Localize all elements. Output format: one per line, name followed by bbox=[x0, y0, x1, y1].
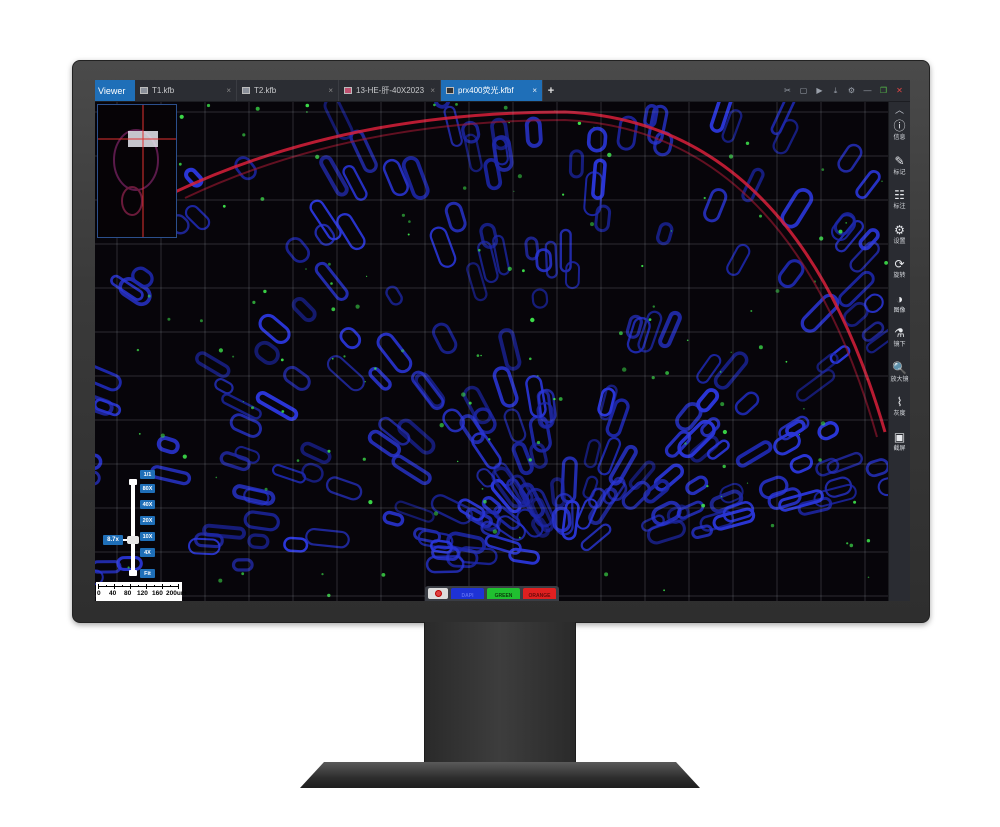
contrast-icon: ◑ bbox=[895, 291, 904, 306]
scale-label-200um: 200um bbox=[166, 590, 187, 597]
toolbar-label: 设置 bbox=[893, 238, 906, 245]
magnifier-icon: 🔍 bbox=[892, 360, 907, 375]
tab-close-icon[interactable]: × bbox=[226, 86, 231, 95]
close-icon[interactable]: ✕ bbox=[895, 86, 904, 95]
zoom-slider-panel: 1/1 80X 40X 20X 10X 4X Fit 8.7x bbox=[103, 462, 163, 582]
toolbar-label: 图像 bbox=[893, 307, 906, 314]
screenshot-icon: ▣ bbox=[893, 429, 906, 444]
channel-orange-button[interactable]: ORANGE bbox=[523, 588, 556, 599]
zoom-slider-handle[interactable] bbox=[127, 536, 139, 544]
add-tab-button[interactable]: + bbox=[543, 80, 559, 101]
channel-panel: DAPI GREEN ORANGE bbox=[425, 586, 559, 601]
monitor-screen: Viewer T1.kfb × T2.kfb × 13-HE-肝-40X2023… bbox=[95, 80, 910, 601]
minimap[interactable] bbox=[97, 104, 177, 238]
info-icon: ⓘ bbox=[893, 119, 906, 133]
slide-file-icon bbox=[344, 87, 352, 94]
zoom-preset-10x[interactable]: 10X bbox=[140, 532, 155, 541]
tab-bar: Viewer T1.kfb × T2.kfb × 13-HE-肝-40X2023… bbox=[95, 80, 910, 102]
rotate-icon: ⟳ bbox=[894, 257, 905, 271]
toolbar-item-annotation[interactable]: ☷ 标注 bbox=[893, 185, 905, 220]
zoom-slider-top-cap bbox=[129, 479, 137, 485]
slide-viewport[interactable]: 1/1 80X 40X 20X 10X 4X Fit 8.7x 0 40 80 … bbox=[95, 102, 888, 601]
scissors-icon[interactable]: ✂ bbox=[783, 86, 792, 95]
zoom-preset-20x[interactable]: 20X bbox=[140, 516, 155, 525]
tab-close-icon[interactable]: × bbox=[430, 86, 435, 95]
tab-close-icon[interactable]: × bbox=[328, 86, 333, 95]
tab-prx400-fluorescence[interactable]: prx400荧光.kfbf × bbox=[441, 80, 543, 101]
toolbar-label: 灰度 bbox=[893, 411, 906, 417]
toolbar-label: 镜下 bbox=[893, 342, 906, 348]
list-icon: ☷ bbox=[894, 188, 905, 202]
slide-file-icon bbox=[242, 87, 250, 94]
zoom-current-level: 8.7x bbox=[103, 535, 123, 545]
scale-label-160: 160 bbox=[152, 590, 163, 597]
right-toolbar: ︿ ⓘ 信息 ✎ 标记 ☷ 标注 ⚙ 设置 ⟳ 旋转 ◑ 图像 ⚗ 镜下 🔍 放… bbox=[888, 102, 910, 601]
tab-he-liver[interactable]: 13-HE-肝-40X2023 × bbox=[339, 80, 441, 101]
tab-label: T1.kfb bbox=[152, 86, 175, 95]
monitor-stand-base bbox=[300, 762, 700, 788]
window-controls: ✂ ▢ ▶ ⤓ ⚙ — ❐ ✕ bbox=[783, 80, 910, 101]
play-icon[interactable]: ▶ bbox=[815, 86, 824, 95]
zoom-preset-fit[interactable]: Fit bbox=[140, 569, 155, 578]
toolbar-item-image[interactable]: ◑ 图像 bbox=[893, 289, 905, 324]
scale-bar: 0 40 80 120 160 200um bbox=[96, 582, 187, 601]
channel-composite-thumbnail[interactable] bbox=[428, 588, 448, 599]
zoom-preset-40x[interactable]: 40X bbox=[140, 500, 155, 509]
zoom-slider-bottom-cap bbox=[129, 570, 137, 576]
toolbar-item-magnifier[interactable]: 🔍 放大镜 bbox=[890, 358, 908, 393]
zoom-slider-track[interactable] bbox=[131, 482, 135, 574]
microscope-icon: ⚗ bbox=[894, 326, 905, 340]
minimap-thumbnail bbox=[98, 105, 176, 237]
toolbar-item-microscope[interactable]: ⚗ 镜下 bbox=[893, 323, 905, 358]
zoom-preset-1-1[interactable]: 1/1 bbox=[140, 470, 155, 479]
gear-icon[interactable]: ⚙ bbox=[847, 86, 856, 95]
toolbar-label: 放大镜 bbox=[890, 376, 909, 383]
toolbar-label: 截屏 bbox=[893, 445, 906, 452]
tab-label: prx400荧光.kfbf bbox=[458, 86, 514, 95]
gear-icon: ⚙ bbox=[894, 222, 905, 237]
toolbar-item-rotate[interactable]: ⟳ 旋转 bbox=[893, 254, 905, 289]
scale-label-40: 40 bbox=[109, 590, 117, 597]
tab-close-icon[interactable]: × bbox=[532, 86, 537, 95]
channel-dapi-button[interactable]: DAPI bbox=[451, 588, 484, 599]
fluorescence-tissue-image bbox=[95, 102, 888, 601]
toolbar-label: 信息 bbox=[893, 135, 906, 141]
zoom-preset-80x[interactable]: 80X bbox=[140, 484, 155, 493]
zoom-preset-4x[interactable]: 4X bbox=[140, 548, 155, 557]
tab-label: 13-HE-肝-40X2023 bbox=[356, 86, 425, 95]
save-icon[interactable]: ▢ bbox=[799, 86, 808, 95]
toolbar-label: 旋转 bbox=[893, 273, 906, 279]
restore-icon[interactable]: ❐ bbox=[879, 86, 888, 95]
scale-label-120: 120 bbox=[137, 590, 148, 597]
slide-file-icon bbox=[140, 87, 148, 94]
slide-file-icon bbox=[446, 87, 454, 94]
tab-viewer[interactable]: Viewer bbox=[95, 80, 135, 101]
scale-label-80: 80 bbox=[124, 590, 132, 597]
scale-label-0: 0 bbox=[97, 590, 101, 597]
tab-label: T2.kfb bbox=[254, 86, 277, 95]
dropper-icon: ⌇ bbox=[896, 395, 903, 409]
minimize-icon[interactable]: — bbox=[863, 86, 872, 95]
toolbar-item-mark[interactable]: ✎ 标记 bbox=[893, 151, 905, 186]
download-icon[interactable]: ⤓ bbox=[831, 86, 840, 96]
tab-t1[interactable]: T1.kfb × bbox=[135, 80, 237, 101]
record-dot-icon bbox=[434, 590, 442, 597]
chevron-up-icon[interactable]: ︿ bbox=[895, 104, 904, 116]
tab-t2[interactable]: T2.kfb × bbox=[237, 80, 339, 101]
monitor-stand-neck bbox=[424, 622, 576, 764]
toolbar-label: 标记 bbox=[893, 169, 906, 176]
channel-green-button[interactable]: GREEN bbox=[487, 588, 520, 599]
pencil-icon: ✎ bbox=[894, 153, 905, 168]
toolbar-label: 标注 bbox=[893, 204, 906, 210]
toolbar-item-grayscale[interactable]: ⌇ 灰度 bbox=[893, 392, 905, 427]
toolbar-item-info[interactable]: ⓘ 信息 bbox=[893, 116, 905, 151]
toolbar-item-settings[interactable]: ⚙ 设置 bbox=[893, 220, 905, 255]
toolbar-item-screenshot[interactable]: ▣ 截屏 bbox=[893, 427, 905, 462]
scale-bar-ticks bbox=[98, 584, 179, 589]
